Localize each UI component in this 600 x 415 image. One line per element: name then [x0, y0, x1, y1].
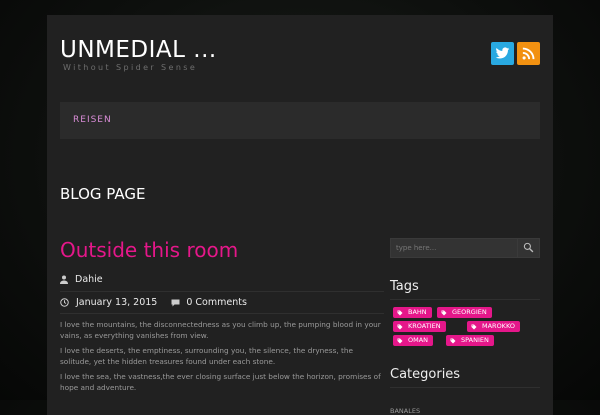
post-paragraph: I love the deserts, the emptiness, surro… — [60, 346, 353, 366]
author-name[interactable]: Dahie — [75, 274, 103, 285]
divider — [390, 387, 540, 388]
post-paragraph: I love the mountains, the disconnectedne… — [60, 320, 381, 340]
divider — [60, 291, 384, 292]
twitter-button[interactable] — [491, 42, 514, 65]
tag-label: GEORGIEN — [452, 308, 487, 316]
tag-label: KROATIEN — [408, 322, 441, 330]
tag-marokko[interactable]: MAROKKO — [467, 321, 520, 332]
main-navigation: REISEN — [60, 102, 540, 139]
category-item[interactable]: BANALES — [390, 407, 420, 415]
tag-label: BAHN — [408, 308, 427, 316]
tag-icon — [441, 310, 447, 315]
site-tagline: Without Spider Sense — [63, 63, 198, 72]
rss-button[interactable] — [517, 42, 540, 65]
user-icon — [60, 275, 68, 284]
post-excerpt: I love the mountains, the disconnectedne… — [60, 320, 384, 399]
divider — [60, 313, 384, 314]
tag-label: OMAN — [408, 336, 429, 344]
rss-icon — [522, 47, 535, 60]
site-title[interactable]: UNMEDIAL ... — [60, 37, 217, 63]
search-input[interactable] — [391, 239, 517, 257]
tag-bahn[interactable]: BAHN — [393, 307, 432, 318]
tag-label: SPANIEN — [461, 336, 489, 344]
tag-icon — [450, 338, 456, 343]
comments-link[interactable]: 0 Comments — [171, 297, 247, 308]
post-author: Dahie — [60, 274, 103, 285]
tag-icon — [471, 324, 477, 329]
search-button[interactable] — [517, 239, 540, 257]
divider — [390, 299, 540, 300]
tag-icon — [397, 338, 403, 343]
search-icon — [523, 242, 534, 253]
tag-icon — [397, 324, 403, 329]
nav-item-reisen[interactable]: REISEN — [73, 115, 112, 125]
post-meta-date: January 13, 2015 0 Comments — [60, 297, 247, 308]
tag-icon — [397, 310, 403, 315]
twitter-icon — [495, 47, 510, 59]
tag-label: MAROKKO — [482, 322, 515, 330]
tag-oman[interactable]: OMAN — [393, 335, 434, 346]
categories-widget-title: Categories — [390, 367, 461, 382]
post-date: January 13, 2015 — [76, 297, 158, 308]
tag-spanien[interactable]: SPANIEN — [446, 335, 494, 346]
post-paragraph: I love the sea, the vastness,the ever cl… — [60, 372, 381, 392]
post-title-link[interactable]: Outside this room — [60, 238, 238, 262]
comments-count[interactable]: 0 Comments — [186, 297, 247, 308]
tag-georgien[interactable]: GEORGIEN — [437, 307, 492, 318]
clock-icon — [60, 298, 69, 307]
content-panel: UNMEDIAL ... Without Spider Sense REISEN… — [47, 15, 553, 415]
tags-widget-title: Tags — [390, 279, 419, 294]
comment-icon — [171, 299, 180, 306]
page-title: BLOG PAGE — [60, 185, 146, 203]
search-widget — [390, 238, 540, 258]
tag-kroatien[interactable]: KROATIEN — [393, 321, 446, 332]
